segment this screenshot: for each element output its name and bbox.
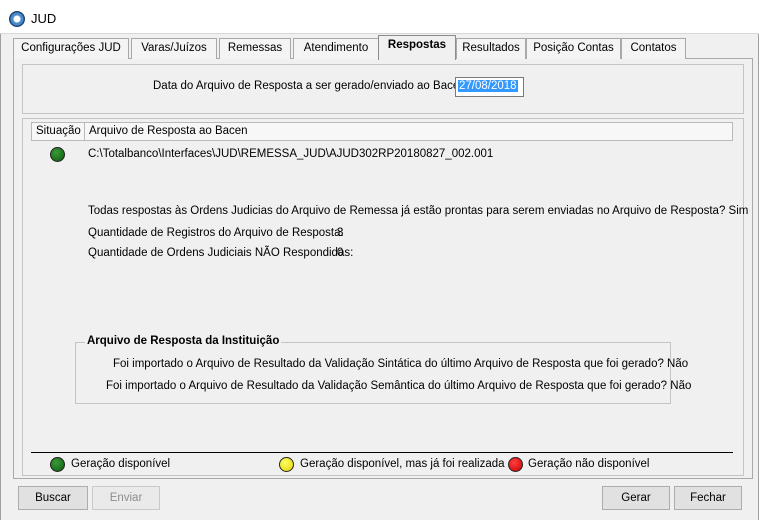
status-green-icon xyxy=(50,147,65,162)
response-date-value: 27/08/2018 xyxy=(458,80,518,92)
tab-configuracoes-jud[interactable]: Configurações JUD xyxy=(13,38,129,59)
grid-header: Situação Arquivo de Resposta ao Bacen xyxy=(31,122,733,141)
legend-unavailable: Geração não disponível xyxy=(528,458,650,470)
syntactic-validation-text: Foi importado o Arquivo de Resultado da … xyxy=(113,358,689,370)
response-file-group xyxy=(22,118,744,476)
window-frame-left xyxy=(0,34,1,520)
tab-atendimento[interactable]: Atendimento xyxy=(293,38,379,59)
tab-posicao-contas[interactable]: Posição Contas xyxy=(526,38,621,59)
legend-divider xyxy=(31,452,733,453)
tab-respostas[interactable]: Respostas xyxy=(378,35,456,60)
tab-resultados[interactable]: Resultados xyxy=(456,38,526,59)
column-header-situacao[interactable]: Situação xyxy=(32,123,85,140)
title-bar: JUD xyxy=(0,0,759,34)
unanswered-value: 0 xyxy=(337,247,344,259)
buscar-button[interactable]: Buscar xyxy=(18,486,88,510)
institution-group-title: Arquivo de Resposta da Instituição xyxy=(85,335,282,347)
legend-available-done: Geração disponível, mas já foi realizada xyxy=(300,458,505,470)
records-value: 3 xyxy=(337,227,344,239)
fechar-button[interactable]: Fechar xyxy=(674,486,742,510)
tab-varas-juizos[interactable]: Varas/Juízos xyxy=(131,38,217,59)
app-icon xyxy=(9,11,25,27)
unanswered-label: Quantidade de Ordens Judiciais NÃO Respo… xyxy=(88,247,354,259)
all-ready-text: Todas respostas às Ordens Judicias do Ar… xyxy=(88,205,749,217)
records-label: Quantidade de Registros do Arquivo de Re… xyxy=(88,227,344,239)
window-title: JUD xyxy=(31,11,57,26)
tab-bar: Configurações JUD Varas/Juízos Remessas … xyxy=(13,35,753,60)
column-header-arquivo[interactable]: Arquivo de Resposta ao Bacen xyxy=(85,123,385,140)
enviar-button[interactable]: Enviar xyxy=(92,486,160,510)
legend-green-icon xyxy=(50,457,65,472)
date-label: Data do Arquivo de Resposta a ser gerado… xyxy=(153,80,469,92)
response-date-input[interactable]: 27/08/2018 xyxy=(455,77,524,97)
tab-remessas[interactable]: Remessas xyxy=(219,38,291,59)
legend-yellow-icon xyxy=(279,457,294,472)
tab-contatos[interactable]: Contatos xyxy=(621,38,686,59)
gerar-button[interactable]: Gerar xyxy=(602,486,670,510)
legend-available: Geração disponível xyxy=(71,458,171,470)
semantic-validation-text: Foi importado o Arquivo de Resultado da … xyxy=(106,380,692,392)
institution-group xyxy=(75,342,671,404)
response-file-path[interactable]: C:\Totalbanco\Interfaces\JUD\REMESSA_JUD… xyxy=(88,148,493,160)
legend-red-icon xyxy=(508,457,523,472)
